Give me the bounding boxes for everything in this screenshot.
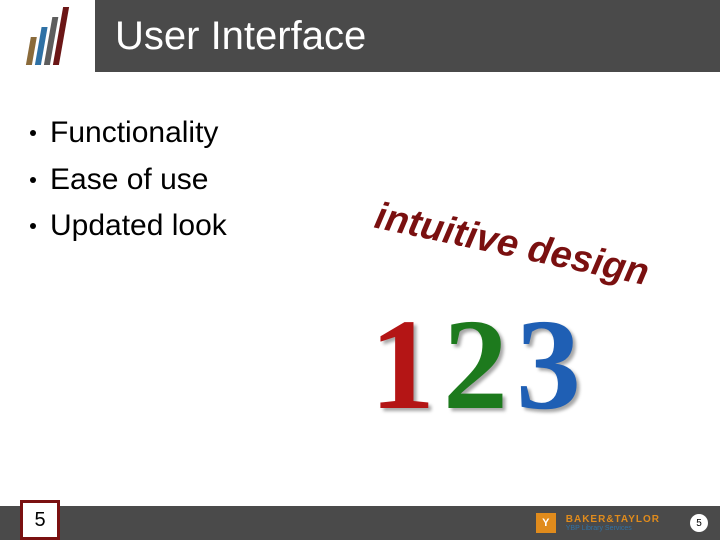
company-logo [0, 0, 95, 72]
list-item: Updated look [30, 203, 227, 250]
footer-brand: Y BAKER&TAYLOR YBP Library Services [536, 506, 660, 540]
footer-bar: 5 Y BAKER&TAYLOR YBP Library Services 5 [0, 506, 720, 540]
brand-main: BAKER&TAYLOR [566, 514, 660, 525]
numbers-graphic: 1 2 3 [370, 300, 581, 430]
brand-sub: YBP Library Services [566, 525, 660, 532]
bullet-dot-icon [30, 223, 36, 229]
page-number-badge: 5 [690, 514, 708, 532]
bullet-list: Functionality Ease of use Updated look [30, 110, 227, 250]
logo-bars-icon [26, 7, 69, 65]
bullet-text: Functionality [50, 110, 218, 157]
number-1-icon: 1 [370, 300, 435, 430]
bullet-text: Updated look [50, 203, 227, 250]
bullet-dot-icon [30, 130, 36, 136]
bullet-dot-icon [30, 177, 36, 183]
brand-text: BAKER&TAYLOR YBP Library Services [566, 515, 660, 532]
slide-title: User Interface [115, 0, 366, 72]
header-bar: User Interface [0, 0, 720, 72]
bullet-text: Ease of use [50, 157, 208, 204]
brand-glyph-icon: Y [536, 513, 556, 533]
callout-text: intuitive design [371, 195, 653, 295]
list-item: Functionality [30, 110, 227, 157]
list-item: Ease of use [30, 157, 227, 204]
page-number-box: 5 [20, 500, 60, 540]
number-2-icon: 2 [443, 300, 508, 430]
number-3-icon: 3 [516, 300, 581, 430]
